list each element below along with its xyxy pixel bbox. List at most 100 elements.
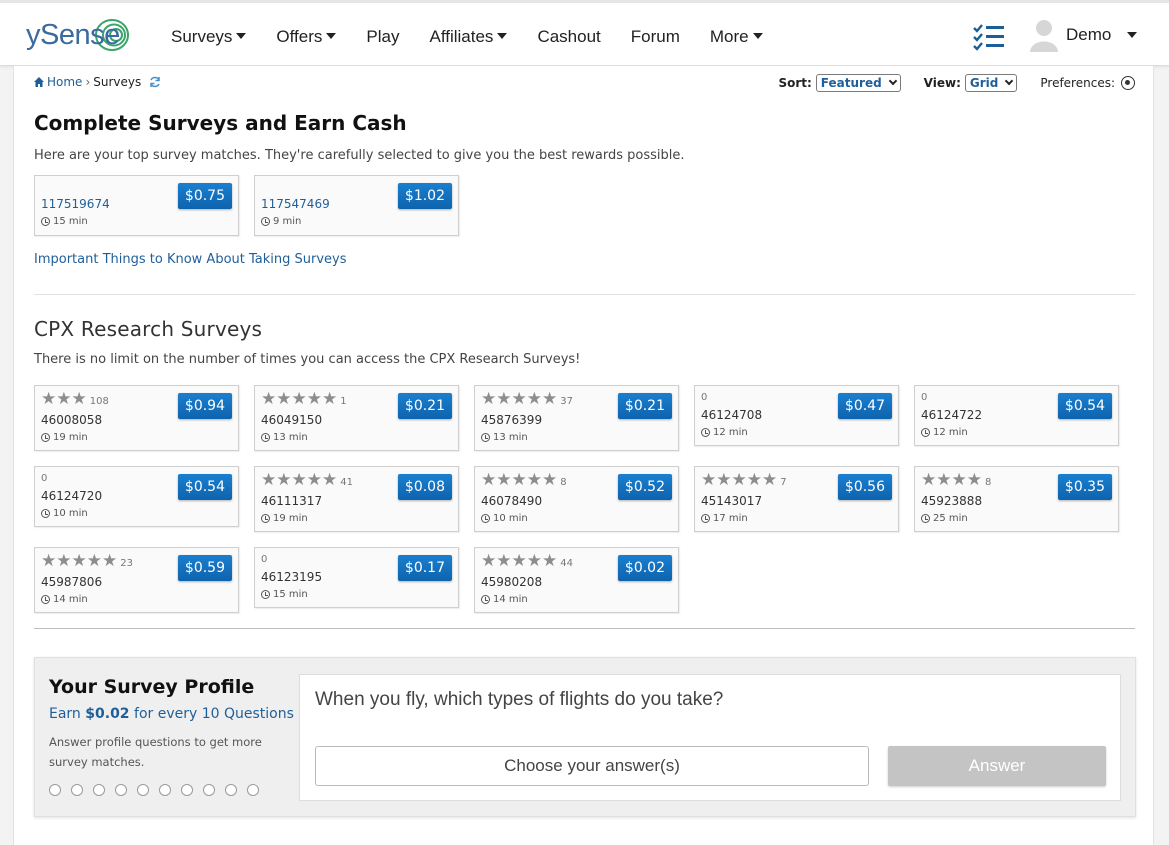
survey-reward-button[interactable]: $0.59: [177, 555, 232, 581]
rating-count: 0: [41, 473, 48, 484]
rating-count: 41: [340, 477, 353, 488]
star-icons: ★★★: [41, 389, 87, 409]
nav-item-cashout[interactable]: Cashout: [537, 27, 600, 47]
duration-text: 12 min: [713, 427, 748, 438]
survey-reward-button[interactable]: $0.54: [1057, 393, 1112, 419]
clock-icon: [41, 217, 50, 226]
clock-icon: [261, 433, 270, 442]
user-name: Demo: [1066, 25, 1112, 44]
survey-reward-button[interactable]: $0.52: [617, 474, 672, 500]
user-menu[interactable]: Demo: [1029, 18, 1138, 52]
survey-reward-button[interactable]: $0.94: [177, 393, 232, 419]
survey-duration: 25 min: [921, 513, 968, 524]
survey-reward-button[interactable]: $0.35: [1057, 474, 1112, 500]
survey-id: 46008058: [41, 413, 103, 427]
survey-reward-button[interactable]: $0.02: [617, 555, 672, 581]
top-surveys-title: Complete Surveys and Earn Cash: [34, 111, 407, 135]
home-icon: [34, 77, 44, 87]
caret-down-icon: [326, 33, 337, 39]
nav-item-affiliates[interactable]: Affiliates: [429, 27, 508, 47]
rating-count: 7: [780, 477, 787, 488]
star-rating: ★★★★★ 41: [261, 470, 353, 490]
star-icons: ★★★★★: [261, 389, 338, 409]
main-nav: Surveys Offers Play Affiliates Cashout Forum M…: [171, 27, 793, 47]
survey-duration: 10 min: [481, 513, 528, 524]
nav-item-label: Play: [366, 27, 400, 46]
survey-id[interactable]: 117547469: [261, 197, 330, 211]
cpx-surveys-description: There is no limit on the number of times…: [34, 352, 581, 367]
survey-reward-button[interactable]: $0.56: [837, 474, 892, 500]
answer-button[interactable]: Answer: [888, 746, 1106, 786]
survey-card[interactable]: ★★★ 108 $0.94 46008058 19 min: [34, 385, 239, 451]
nav-item-play[interactable]: Play: [366, 27, 399, 47]
ysense-logo[interactable]: ySense: [26, 15, 129, 55]
progress-dot: [247, 784, 259, 796]
clock-icon: [261, 217, 270, 226]
clock-icon: [701, 514, 710, 523]
star-rating: ★★★★★ 23: [41, 551, 133, 571]
survey-id[interactable]: 117519674: [41, 197, 110, 211]
survey-card[interactable]: 0 $0.17 46123195 15 min: [254, 547, 459, 608]
survey-reward-button[interactable]: $0.54: [177, 474, 232, 500]
sort-select[interactable]: Featured: [815, 74, 901, 92]
star-rating: ★★★ 108: [41, 389, 109, 409]
breadcrumb-separator: ›: [85, 75, 91, 89]
survey-card[interactable]: ★★★★★ 23 $0.59 45987806 14 min: [34, 547, 239, 613]
progress-dot: [71, 784, 83, 796]
survey-reward-button[interactable]: $0.21: [397, 393, 452, 419]
survey-reward-button[interactable]: $0.75: [177, 183, 232, 209]
preferences-gear-icon[interactable]: [1121, 76, 1135, 90]
clock-icon: [261, 514, 270, 523]
survey-card[interactable]: ★★★★★ 7 $0.56 45143017 17 min: [694, 466, 899, 532]
survey-card[interactable]: ★★★★★ 37 $0.21 45876399 13 min: [474, 385, 679, 451]
caret-down-icon: [236, 33, 247, 39]
caret-down-icon: [752, 33, 763, 39]
progress-dot: [137, 784, 149, 796]
survey-card[interactable]: ★★★★★ 1 $0.21 46049150 13 min: [254, 385, 459, 451]
chevron-down-icon: [1005, 76, 1014, 86]
survey-reward-button[interactable]: $0.08: [397, 474, 452, 500]
survey-card[interactable]: 0 $0.47 46124708 12 min: [694, 385, 899, 446]
task-list-icon[interactable]: [973, 23, 1005, 51]
duration-text: 19 min: [53, 432, 88, 443]
survey-card[interactable]: 0 $0.54 46124722 12 min: [914, 385, 1119, 446]
avatar-icon: [1030, 20, 1058, 52]
rating-count: 23: [120, 558, 133, 569]
nav-item-offers[interactable]: Offers: [276, 27, 337, 47]
nav-item-more[interactable]: More: [710, 27, 763, 47]
survey-card[interactable]: ★★★★★ 41 $0.08 46111317 19 min: [254, 466, 459, 532]
survey-reward-button[interactable]: $0.47: [837, 393, 892, 419]
survey-reward-button[interactable]: $1.02: [397, 183, 452, 209]
nav-item-forum[interactable]: Forum: [631, 27, 680, 47]
survey-card[interactable]: ★★★★★ 8 $0.52 46078490 10 min: [474, 466, 679, 532]
survey-card[interactable]: ★★★★ 8 $0.35 45923888 25 min: [914, 466, 1119, 532]
survey-card[interactable]: 0 $0.54 46124720 10 min: [34, 466, 239, 527]
survey-card[interactable]: ★★★★★ 44 $0.02 45980208 14 min: [474, 547, 679, 613]
clock-icon: [41, 595, 50, 604]
survey-duration: 10 min: [41, 508, 88, 519]
clock-icon: [481, 433, 490, 442]
view-label: View:: [923, 76, 961, 90]
progress-dot: [93, 784, 105, 796]
star-icons: ★★★★★: [481, 470, 558, 490]
survey-reward-button[interactable]: $0.21: [617, 393, 672, 419]
rating-count: 44: [560, 558, 573, 569]
refresh-icon[interactable]: [149, 76, 161, 88]
survey-id: 45143017: [701, 494, 763, 508]
survey-card[interactable]: $1.02 117547469 9 min: [254, 175, 459, 236]
earn-amount: $0.02: [85, 706, 130, 722]
survey-id: 45987806: [41, 575, 103, 589]
choose-answer-dropdown[interactable]: Choose your answer(s): [315, 746, 869, 786]
logo-text: ySense: [26, 18, 120, 51]
star-icons: ★★★★★: [481, 551, 558, 571]
duration-text: 10 min: [53, 508, 88, 519]
nav-item-surveys[interactable]: Surveys: [171, 27, 247, 47]
survey-id: 46078490: [481, 494, 543, 508]
breadcrumb-home-link[interactable]: Home: [47, 75, 82, 89]
survey-card[interactable]: $0.75 117519674 15 min: [34, 175, 239, 236]
progress-dot: [159, 784, 171, 796]
view-select[interactable]: Grid: [964, 74, 1018, 92]
duration-text: 10 min: [493, 513, 528, 524]
survey-reward-button[interactable]: $0.17: [397, 555, 452, 581]
important-things-link[interactable]: Important Things to Know About Taking Su…: [34, 252, 347, 267]
